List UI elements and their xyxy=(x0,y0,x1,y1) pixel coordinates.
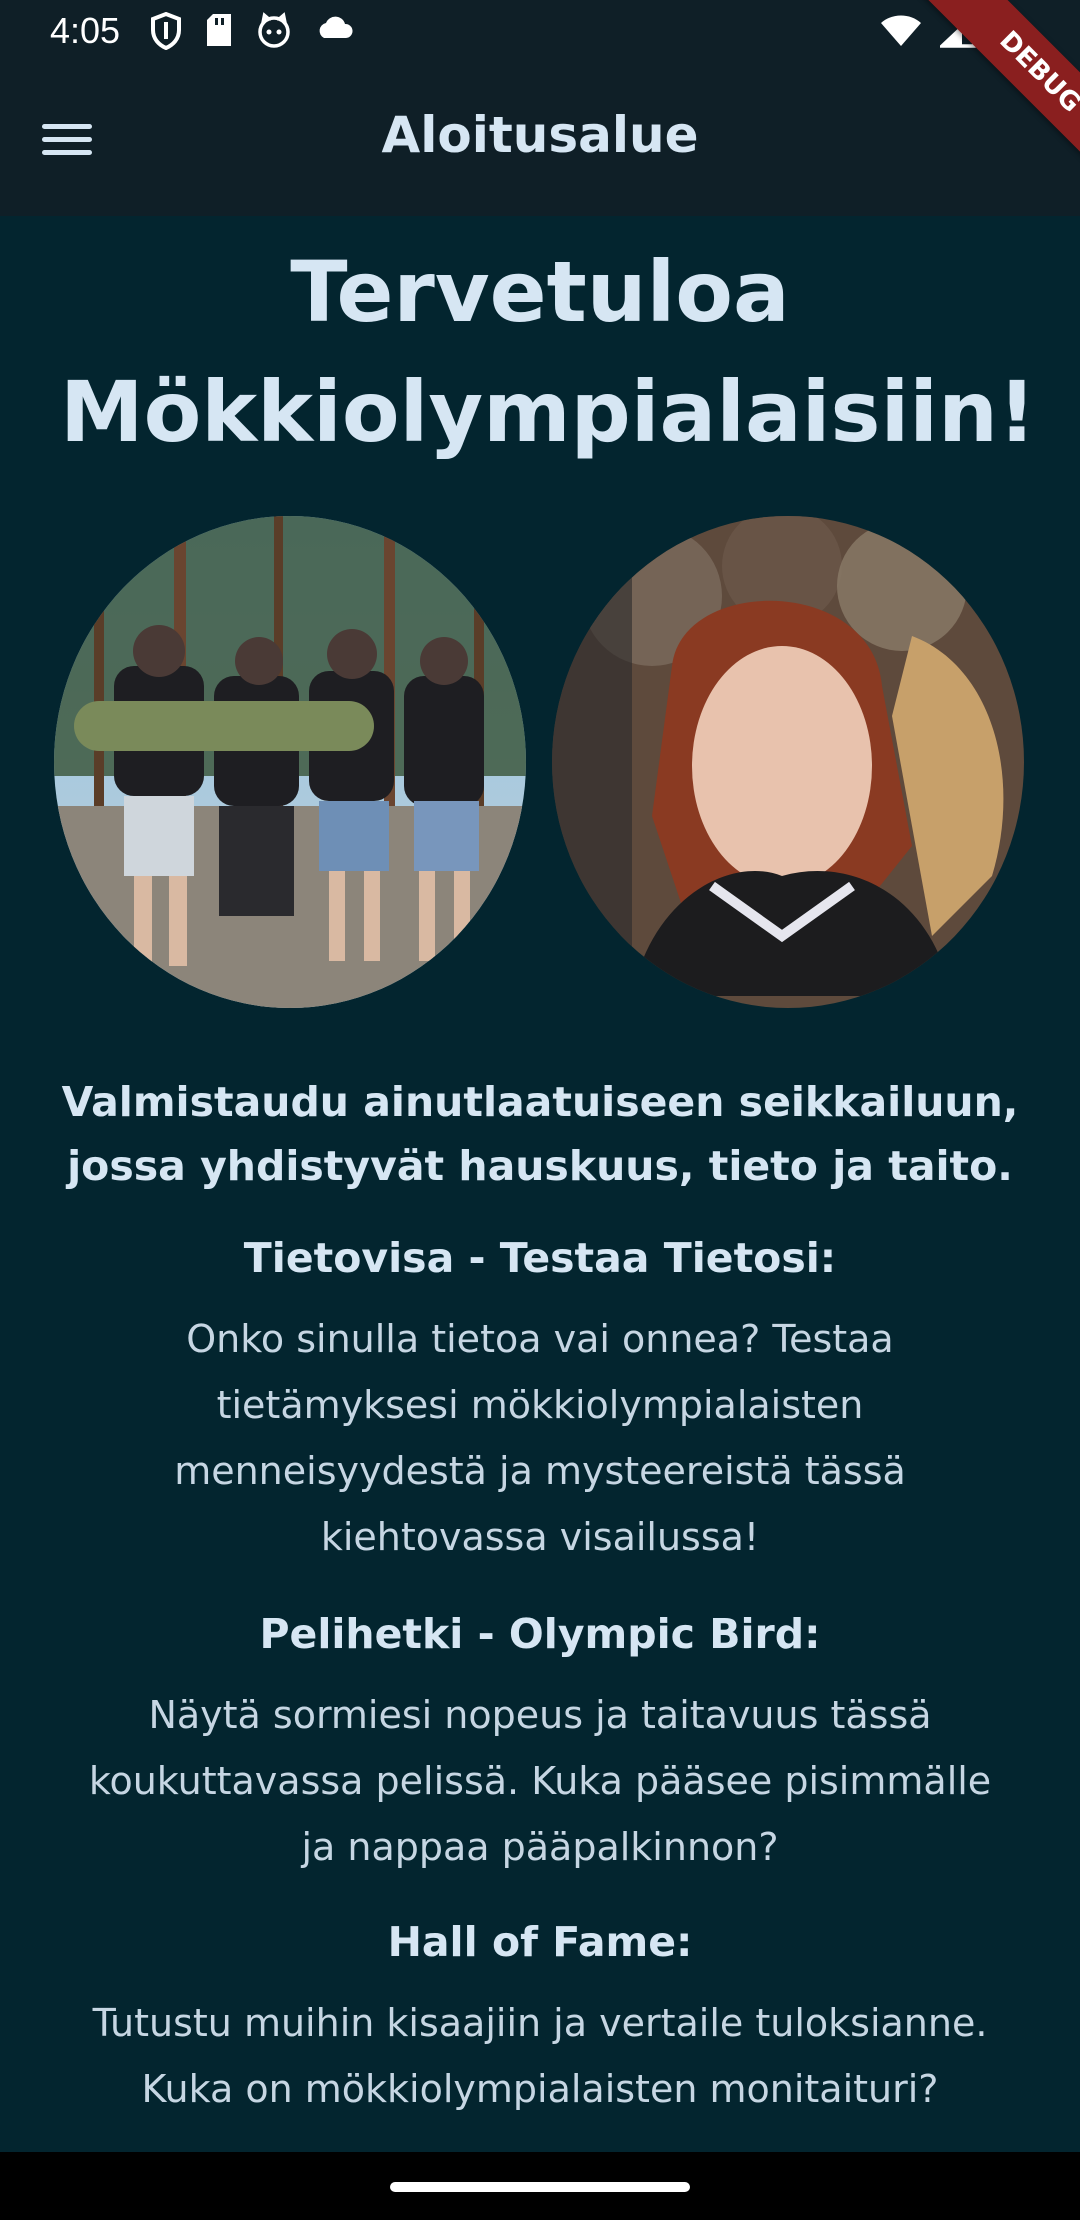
body-line: Näytä sormiesi nopeus ja taitavuus tässä xyxy=(148,1693,932,1737)
intro-line: Valmistaudu ainutlaatuiseen seikkailuun, xyxy=(61,1078,1019,1126)
quiz-section-body: Onko sinulla tietoa vai onnea? Testaa ti… xyxy=(60,1306,1020,1570)
body-line: ja nappaa pääpalkinnon? xyxy=(301,1825,779,1869)
body-line: Tutustu muihin kisaajiin ja vertaile tul… xyxy=(92,2001,988,2045)
welcome-heading-line1: Tervetuloa xyxy=(290,243,790,341)
welcome-heading: Tervetuloa Mökkiolympialaisiin! xyxy=(60,232,1037,472)
status-time: 4:05 xyxy=(50,10,121,51)
cat-face-icon xyxy=(258,12,290,48)
sd-card-icon xyxy=(207,14,231,46)
shield-icon xyxy=(151,12,181,50)
cloud-icon xyxy=(319,16,353,38)
welcome-content: Tervetuloa Mökkiolympialaisiin! Valmista… xyxy=(0,216,1080,2152)
body-line: Onko sinulla tietoa vai onnea? Testaa xyxy=(186,1317,894,1361)
group-photo xyxy=(54,516,526,1008)
intro-text: Valmistaudu ainutlaatuiseen seikkailuun,… xyxy=(60,1070,1020,1198)
photo-row xyxy=(0,516,1080,1016)
body-line: Kuka on mökkiolympialaisten monitaituri? xyxy=(141,2067,939,2111)
debug-banner: DEBUG xyxy=(880,0,1080,250)
system-nav-bar xyxy=(0,2152,1080,2220)
home-gesture-handle[interactable] xyxy=(390,2182,690,2192)
intro-line: jossa yhdistyvät hauskuus, tieto ja tait… xyxy=(67,1142,1013,1190)
body-line: menneisyydestä ja mysteereistä tässä xyxy=(174,1449,906,1493)
debug-ribbon-label: DEBUG xyxy=(907,0,1080,205)
quiz-section-heading: Tietovisa - Testaa Tietosi: xyxy=(243,1234,837,1282)
game-section-body: Näytä sormiesi nopeus ja taitavuus tässä… xyxy=(60,1682,1020,1880)
selfie-photo xyxy=(552,516,1024,1008)
body-line: koukuttavassa pelissä. Kuka pääsee pisim… xyxy=(88,1759,992,1803)
hall-of-fame-body: Tutustu muihin kisaajiin ja vertaile tul… xyxy=(60,1990,1020,2122)
body-line: tietämyksesi mökkiolympialaisten xyxy=(216,1383,864,1427)
body-line: kiehtovassa visailussa! xyxy=(320,1515,760,1559)
game-section-heading: Pelihetki - Olympic Bird: xyxy=(259,1610,821,1658)
hall-of-fame-heading: Hall of Fame: xyxy=(387,1918,693,1966)
status-icons-left xyxy=(150,12,354,50)
welcome-heading-line2: Mökkiolympialaisiin! xyxy=(60,363,1037,461)
